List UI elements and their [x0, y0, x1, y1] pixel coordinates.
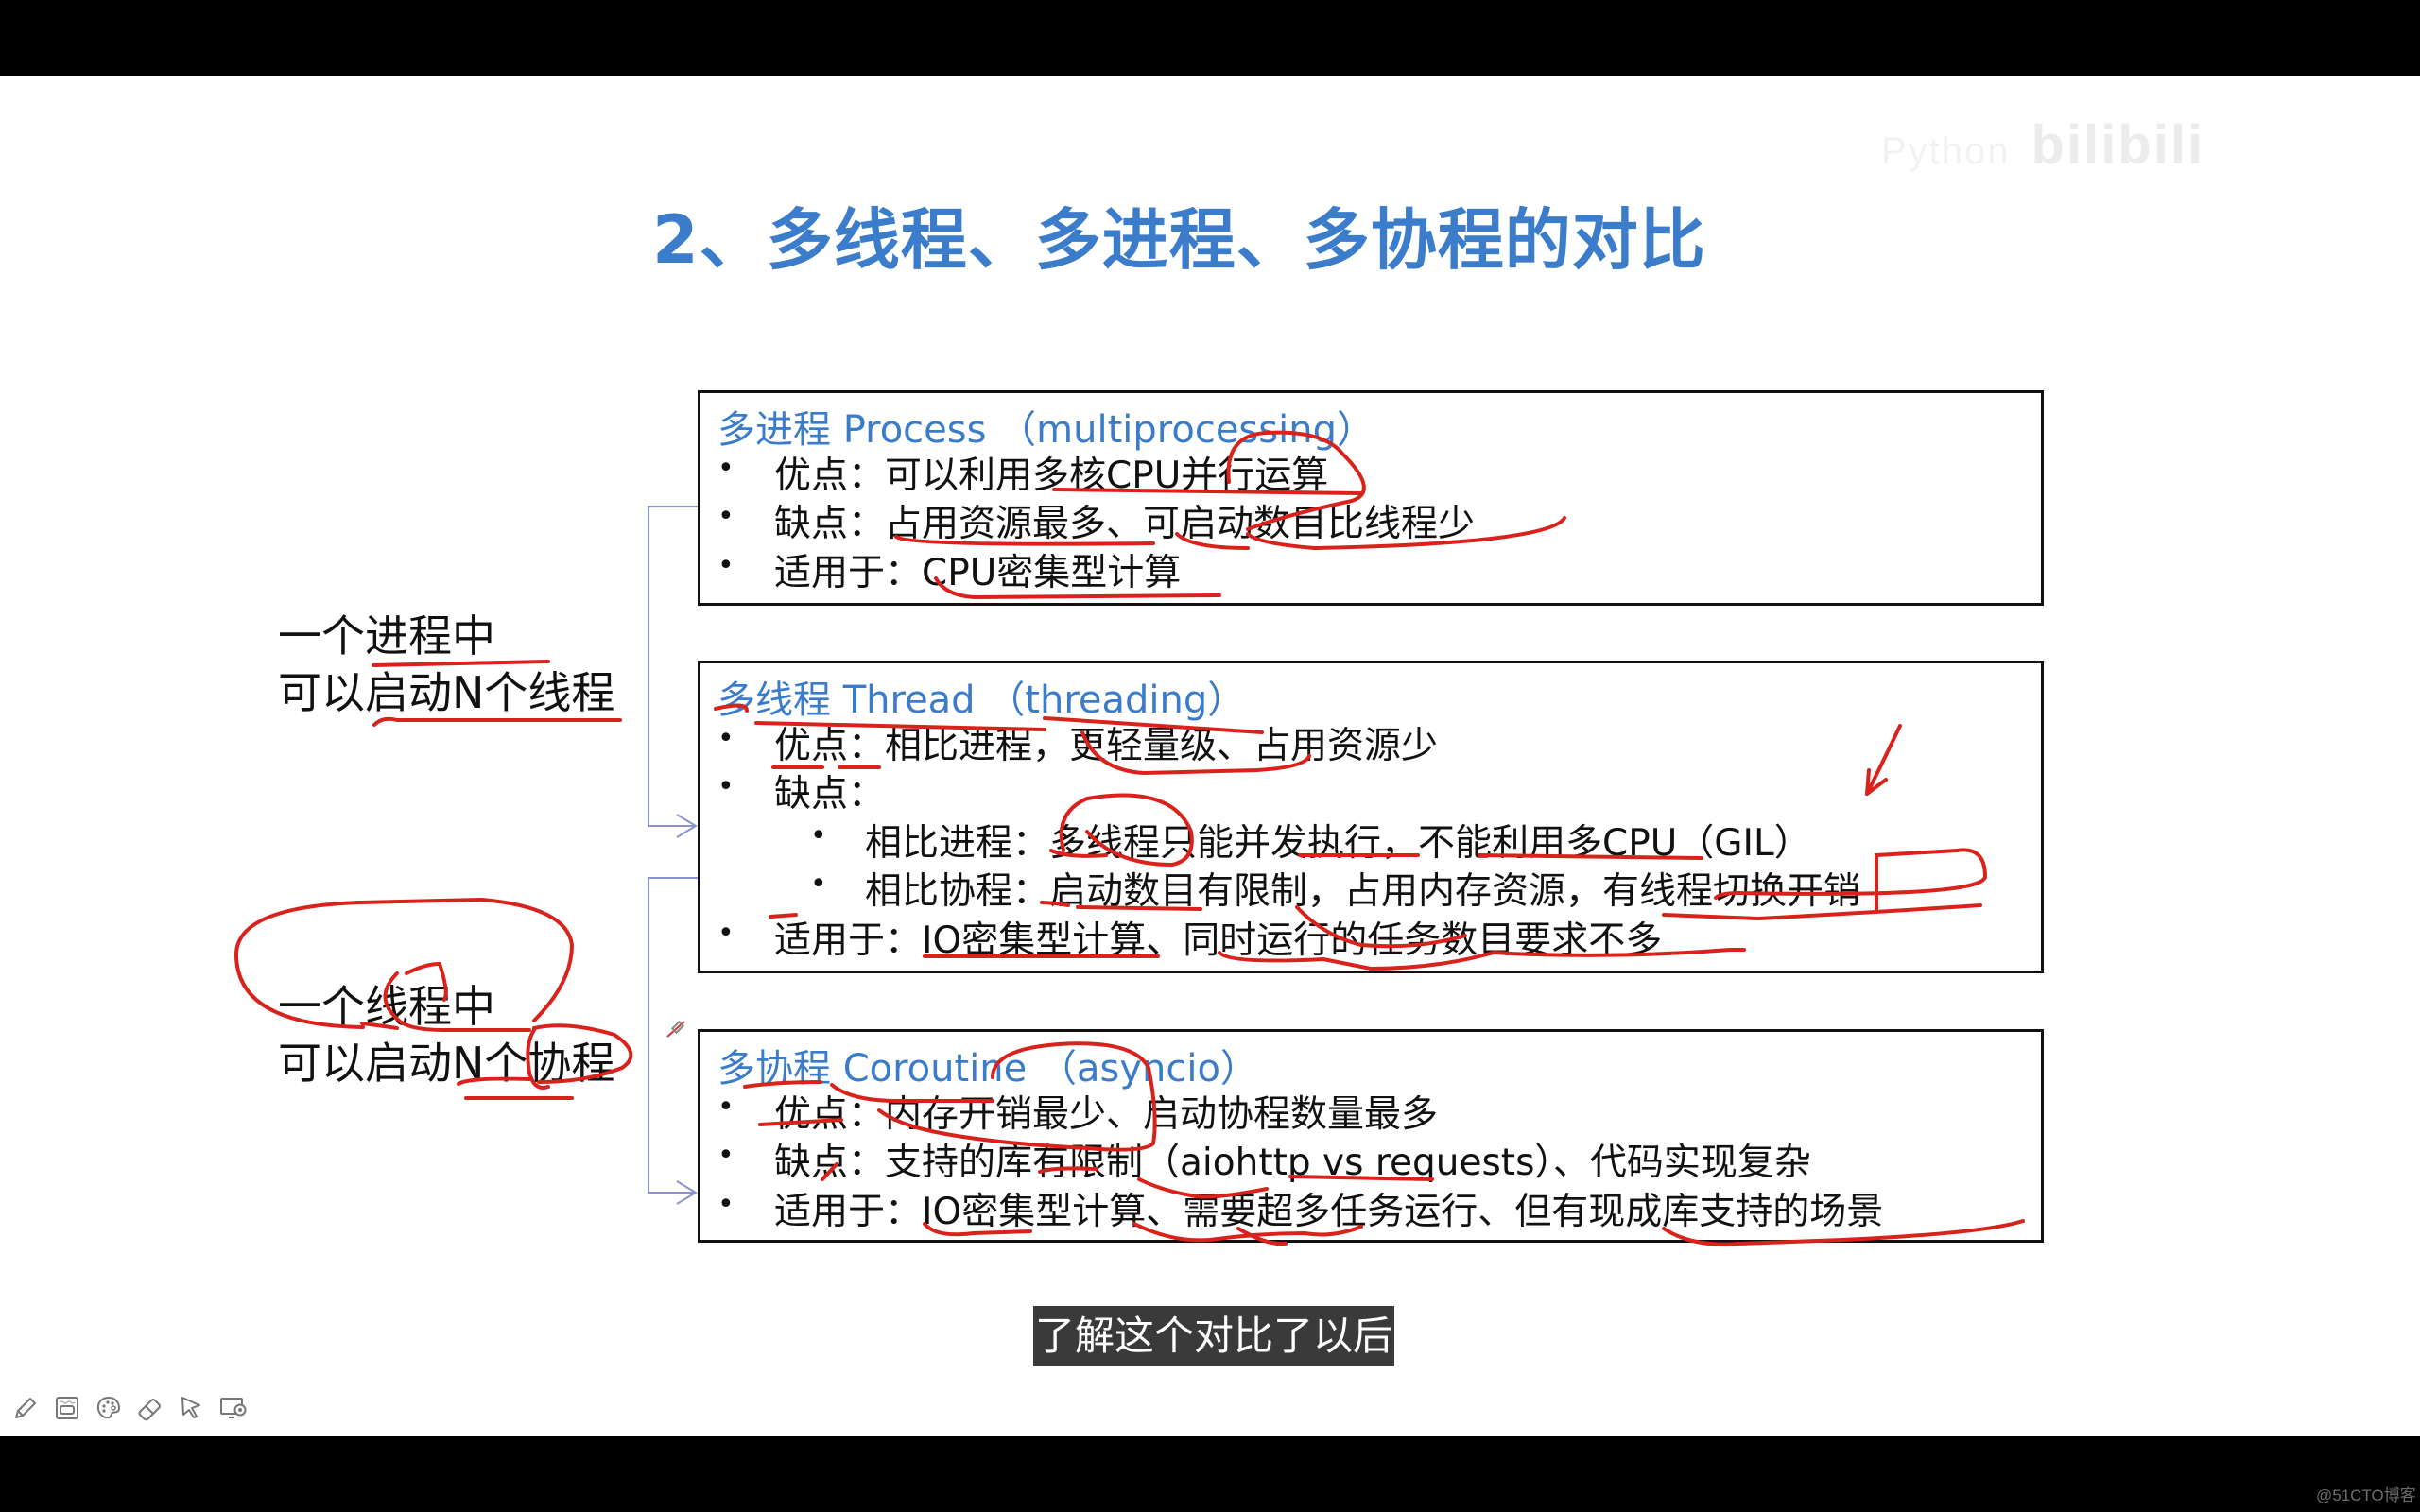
left-label-process-line1: 一个进程中: [278, 610, 495, 662]
video-top-letterbox: [0, 0, 2420, 76]
bullet: •: [717, 722, 735, 755]
left-label-thread: 一个线程中 可以启动N个协程: [278, 978, 614, 1091]
watermark-python-text: Python: [1881, 130, 2011, 172]
left-label-thread-line1: 一个线程中: [278, 981, 495, 1032]
thread-box: 多线程 Thread （threading） • 优点：相比进程，更轻量级、占用…: [698, 661, 2044, 973]
pencil-icon: [15, 1398, 36, 1418]
bracket-connector-process: [648, 506, 698, 838]
process-cons: 缺点：占用资源最多、可启动数目比线程少: [774, 503, 1476, 545]
screen-record-tool-button[interactable]: [219, 1393, 248, 1423]
coroutine-box: 多协程 Coroutine （asyncio） • 优点：内存开销最少、启动协程…: [698, 1029, 2044, 1243]
palette-icon: [96, 1396, 121, 1419]
process-box: 多进程 Process （multiprocessing） • 优点：可以利用多…: [698, 390, 2044, 606]
left-label-process: 一个进程中 可以启动N个线程: [278, 608, 614, 721]
bilibili-watermark: Python bilibili: [1881, 113, 2204, 177]
bullet: •: [717, 1188, 735, 1221]
thread-cons-vs-process: 相比进程：多线程只能并发执行，不能利用多CPU（GIL）: [865, 822, 1811, 865]
thread-pros: 优点：相比进程，更轻量级、占用资源少: [774, 725, 1439, 767]
pointer-tool-button[interactable]: [178, 1393, 206, 1423]
coroutine-pros: 优点：内存开销最少、启动协程数量最多: [774, 1093, 1439, 1136]
slide-title: 2、多线程、多进程、多协程的对比: [652, 201, 1706, 279]
thread-use-case: 适用于：IO密集型计算、同时运行的任务数目要求不多: [774, 919, 1663, 962]
process-pros: 优点：可以利用多核CPU并行运算: [774, 455, 1329, 497]
cursor-arrow-icon: [182, 1397, 200, 1418]
coroutine-cons: 缺点：支持的库有限制（aiohttp vs requests）、代码实现复杂: [774, 1142, 1811, 1184]
video-bottom-letterbox: [0, 1436, 2420, 1512]
bullet: •: [717, 452, 735, 485]
pen-cursor-icon: [666, 1020, 685, 1038]
monitor-record-icon: [220, 1398, 247, 1418]
color-tool-button[interactable]: [95, 1393, 123, 1423]
bracket-connector-thread: [648, 877, 698, 1205]
whiteboard-icon: [56, 1397, 78, 1419]
process-use-case: 适用于：CPU密集型计算: [774, 552, 1182, 594]
bullet: •: [717, 549, 735, 582]
eraser-tool-button[interactable]: [136, 1393, 164, 1423]
thread-cons: 缺点：: [774, 773, 886, 816]
thread-cons-vs-coroutine: 相比协程：启动数目有限制，占用内存资源，有线程切换开销: [865, 870, 1861, 913]
watermark-bilibili-logo: bilibili: [2031, 114, 2205, 176]
whiteboard-tool-button[interactable]: [53, 1393, 81, 1423]
left-label-thread-line2: 可以启动N个协程: [278, 1038, 615, 1089]
bullet: •: [717, 500, 735, 533]
eraser-icon: [138, 1399, 161, 1421]
51cto-watermark: @51CTO博客: [2316, 1486, 2416, 1504]
video-subtitle: 了解这个对比了以后: [1033, 1306, 1394, 1366]
left-label-process-line2: 可以启动N个线程: [278, 667, 615, 718]
bullet: •: [717, 1139, 735, 1172]
bullet: •: [717, 770, 735, 803]
drawing-toolbar: [11, 1393, 248, 1423]
bullet: •: [717, 917, 735, 950]
bullet: •: [717, 1091, 735, 1124]
sub-bullet: •: [810, 868, 827, 901]
coroutine-use-case: 适用于：IO密集型计算、需要超多任务运行、但有现成库支持的场景: [774, 1191, 1884, 1233]
sub-bullet: •: [810, 819, 827, 852]
pen-tool-button[interactable]: [11, 1393, 40, 1423]
